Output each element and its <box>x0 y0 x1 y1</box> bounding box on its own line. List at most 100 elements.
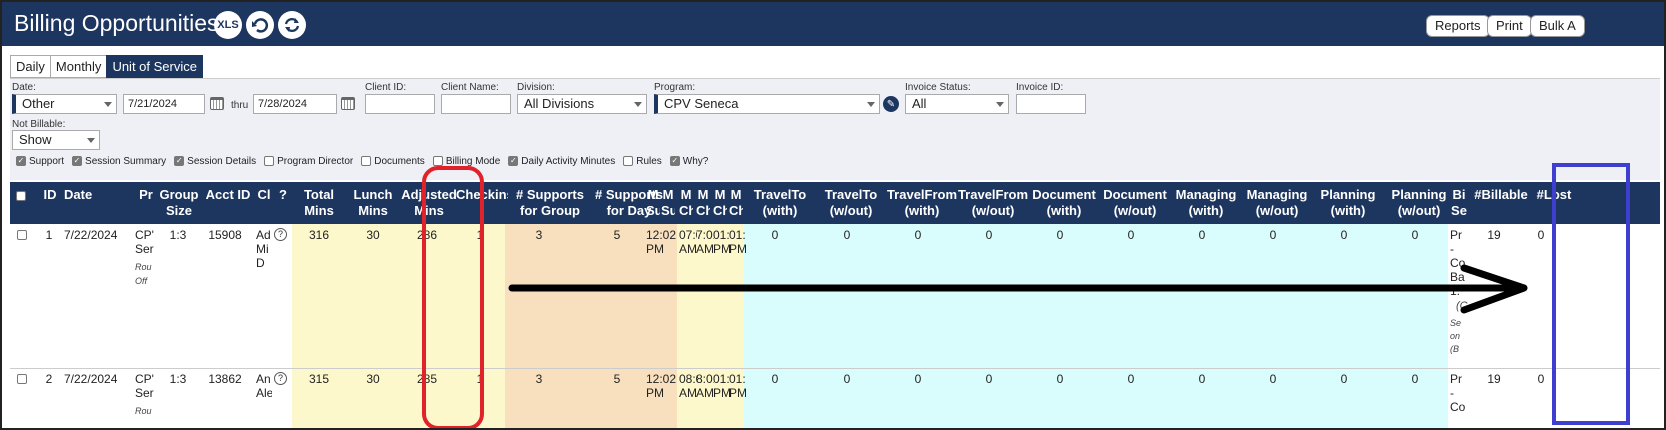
reports-button[interactable]: Reports <box>1426 15 1490 37</box>
client-name-input[interactable] <box>441 94 511 114</box>
question-icon[interactable]: ? <box>274 372 287 385</box>
col-supports-group[interactable]: # Supports for Group <box>508 182 592 224</box>
chevron-down-icon <box>996 102 1004 107</box>
invoice-id-input[interactable] <box>1016 94 1086 114</box>
bulk-button[interactable]: Bulk A <box>1530 15 1585 37</box>
col-travelfrom-without[interactable]: TravelFrom (w/out) <box>953 182 1033 224</box>
col-lost[interactable]: #Lost <box>1530 182 1578 224</box>
checkbox-icon <box>264 156 275 166</box>
row-document-with: 0 <box>1056 372 1064 386</box>
row-supports-group: 3 <box>535 228 543 242</box>
tab-unit-of-service[interactable]: Unit of Service <box>106 55 203 78</box>
col-adjusted-mins[interactable]: Adjusted Mins <box>400 182 458 224</box>
table-row[interactable]: 2 7/22/2024 CP' Ser Rou 1:3 13862 An Ale… <box>10 368 1660 428</box>
checkbox-support[interactable]: ✓ Support <box>16 156 64 167</box>
row-program: CP' Ser <box>135 228 154 256</box>
tab-daily[interactable]: Daily <box>10 55 51 78</box>
col-m5[interactable]: M Ch <box>713 182 727 224</box>
table-header: ID Date Pr Group Size Acct ID Cl ? Total… <box>10 182 1660 224</box>
question-icon[interactable]: ? <box>274 228 287 241</box>
client-id-input[interactable] <box>365 94 435 114</box>
col-m1[interactable]: M Su <box>646 182 660 224</box>
division-label: Division: <box>517 82 555 93</box>
app-window: Billing Opportunities XLS Reports Print … <box>0 0 1666 430</box>
col-checkins[interactable]: Checkins <box>456 182 508 224</box>
col-managing-with[interactable]: Managing (with) <box>1166 182 1246 224</box>
col-acct-id[interactable]: Acct ID <box>202 182 254 224</box>
date-from-input[interactable]: 7/21/2024 <box>123 94 205 114</box>
col-document-without[interactable]: Document (w/out) <box>1095 182 1175 224</box>
col-travelfrom-with[interactable]: TravelFrom (with) <box>882 182 962 224</box>
col-m4[interactable]: M Ch <box>696 182 710 224</box>
print-button[interactable]: Print <box>1487 15 1532 37</box>
checkbox-billing-mode[interactable]: Billing Mode <box>432 156 500 167</box>
date-to-input[interactable]: 7/28/2024 <box>253 94 337 114</box>
col-billable[interactable]: #Billable <box>1468 182 1534 224</box>
col-planning-with[interactable]: Planning (with) <box>1308 182 1388 224</box>
col-id[interactable]: ID <box>36 182 64 224</box>
row-m3: 08:0 AM <box>679 372 697 400</box>
chevron-down-icon <box>104 102 112 107</box>
checkbox-rules[interactable]: Rules <box>623 156 662 167</box>
checkbox-session-details[interactable]: ✓ Session Details <box>174 156 256 167</box>
tab-monthly[interactable]: Monthly <box>49 55 108 78</box>
row-adjusted-mins: 285 <box>416 372 438 386</box>
col-lunch-mins[interactable]: Lunch Mins <box>346 182 400 224</box>
row-document-without: 0 <box>1127 228 1135 242</box>
row-date: 7/22/2024 <box>64 228 118 242</box>
view-tabs: Daily Monthly Unit of Service <box>10 55 203 78</box>
checkbox-session-summary[interactable]: ✓ Session Summary <box>72 156 166 167</box>
col-pr[interactable]: Pr <box>136 182 156 224</box>
xls-icon[interactable]: XLS <box>214 11 242 39</box>
program-select[interactable]: CPV Seneca <box>654 94 880 114</box>
col-travelto-without[interactable]: TravelTo (w/out) <box>817 182 885 224</box>
col-bi[interactable]: Bi Se <box>1450 182 1468 224</box>
row-bi-line: Se <box>1450 318 1462 328</box>
invoice-status-label: Invoice Status: <box>905 82 971 93</box>
not-billable-label: Not Billable: <box>12 119 66 130</box>
checkbox-daily-activity-minutes[interactable]: ✓ Daily Activity Minutes <box>508 156 615 167</box>
checkbox-documents[interactable]: Documents <box>361 156 425 167</box>
page-title: Billing Opportunities <box>14 10 219 36</box>
col-planning-without[interactable]: Planning (w/out) <box>1379 182 1459 224</box>
invoice-status-select[interactable]: All <box>905 94 1009 114</box>
col-managing-without[interactable]: Managing (w/out) <box>1237 182 1317 224</box>
row-program-sub: Off <box>135 276 148 286</box>
checkbox-why[interactable]: ✓ Why? <box>669 156 708 167</box>
calendar-icon[interactable] <box>341 97 355 110</box>
col-m3[interactable]: M Ch <box>679 182 693 224</box>
col-travelto-with[interactable]: TravelTo (with) <box>746 182 814 224</box>
row-lost: 0 <box>1537 372 1545 386</box>
undo-icon[interactable] <box>246 11 274 39</box>
chevron-down-icon <box>87 138 95 143</box>
checkbox-program-director[interactable]: Program Director <box>264 156 353 167</box>
division-select[interactable]: All Divisions <box>517 94 647 114</box>
col-m6[interactable]: M Ch <box>729 182 743 224</box>
row-managing-with: 0 <box>1198 228 1206 242</box>
date-label: Date: <box>12 82 36 93</box>
edit-icon[interactable]: ✎ <box>883 96 899 112</box>
refresh-icon[interactable] <box>278 11 306 39</box>
date-select[interactable]: Other <box>12 94 117 114</box>
row-checkbox[interactable] <box>17 230 27 240</box>
calendar-icon[interactable] <box>210 97 224 110</box>
select-all-checkbox[interactable] <box>10 182 34 224</box>
col-m2[interactable]: M Su <box>661 182 675 224</box>
invoice-id-label: Invoice ID: <box>1016 82 1064 93</box>
col-q[interactable]: ? <box>274 182 292 224</box>
col-cl[interactable]: Cl <box>256 182 272 224</box>
row-travelto-with: 0 <box>771 228 779 242</box>
row-date: 7/22/2024 <box>64 372 118 386</box>
col-group-size[interactable]: Group Size <box>156 182 202 224</box>
thru-label: thru <box>231 100 249 111</box>
row-checkbox[interactable] <box>17 374 27 384</box>
row-billable: 19 <box>1487 228 1501 242</box>
col-document-with[interactable]: Document (with) <box>1024 182 1104 224</box>
row-supports-day: 5 <box>613 228 621 242</box>
checkbox-icon: ✓ <box>72 156 83 166</box>
col-date[interactable]: Date <box>64 182 124 224</box>
col-total-mins[interactable]: Total Mins <box>292 182 346 224</box>
row-billable: 19 <box>1487 372 1501 386</box>
table-row[interactable]: 1 7/22/2024 CP' Ser Rou Off 1:3 15908 Ad… <box>10 224 1660 368</box>
not-billable-select[interactable]: Show <box>12 130 100 150</box>
